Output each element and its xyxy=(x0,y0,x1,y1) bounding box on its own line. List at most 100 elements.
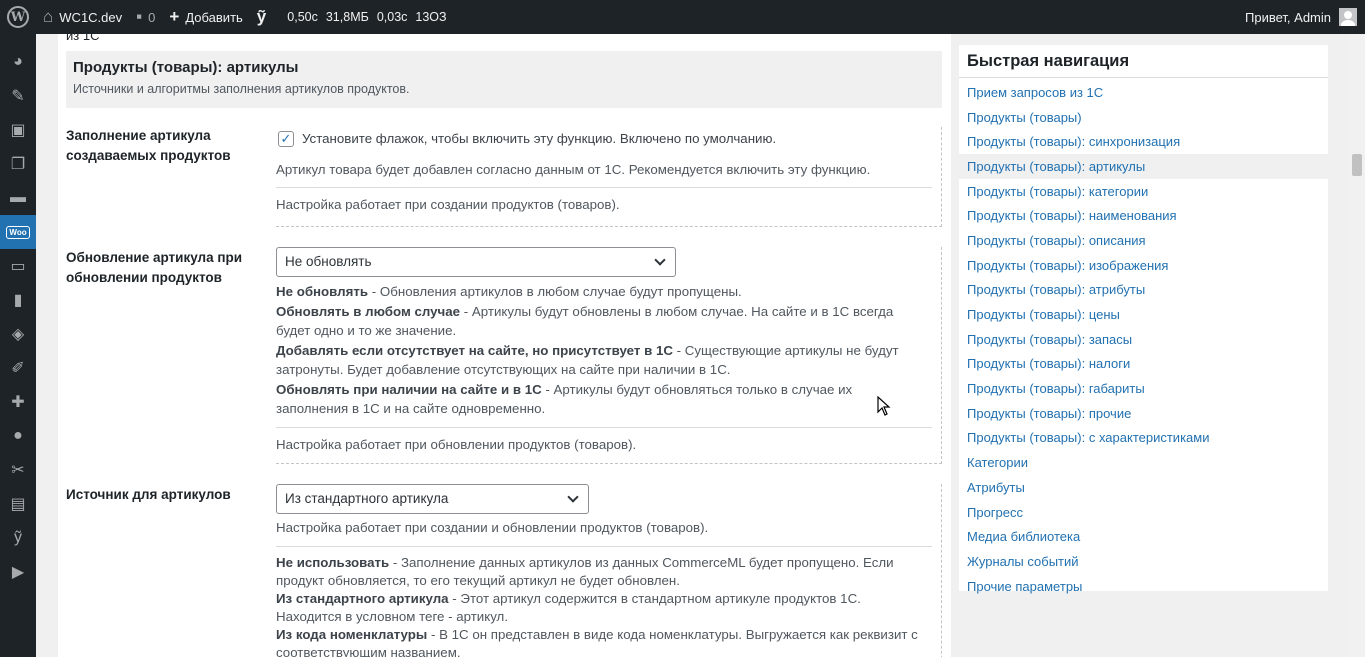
quick-nav-item[interactable]: Продукты (товары): атрибуты xyxy=(959,278,1328,303)
section-description: Источники и алгоритмы заполнения артикул… xyxy=(73,82,410,96)
media-icon[interactable]: ▣ xyxy=(0,113,36,147)
play-icon[interactable]: ▶ xyxy=(0,555,36,589)
field-fill-sku: ✓ Установите флажок, чтобы включить эту … xyxy=(276,127,942,227)
dashboard-icon[interactable]: ◕ xyxy=(0,45,36,79)
quick-nav-item[interactable]: Атрибуты xyxy=(959,475,1328,500)
quick-nav-item[interactable]: Категории xyxy=(959,450,1328,475)
stat-query-time: 0,03с xyxy=(376,10,408,24)
site-name-link[interactable]: ⌂ WC1C.dev xyxy=(36,0,129,34)
quick-nav-item[interactable]: Продукты (товары): категории xyxy=(959,179,1328,204)
scrollbar-thumb[interactable] xyxy=(1352,154,1362,176)
site-name: WC1C.dev xyxy=(59,9,123,25)
comments-link[interactable]: ▪ 0 xyxy=(129,0,162,34)
settings-icon[interactable]: ▤ xyxy=(0,487,36,521)
checkbox-line: ✓ Установите флажок, чтобы включить эту … xyxy=(276,129,941,149)
woocommerce-icon[interactable]: Woo xyxy=(0,215,36,249)
divider xyxy=(276,187,932,188)
field-note: Настройка работает при создании продукто… xyxy=(276,197,620,212)
quick-nav-item[interactable]: Продукты (товары): цены xyxy=(959,302,1328,327)
quick-nav-item[interactable]: Продукты (товары): запасы xyxy=(959,327,1328,352)
comments-icon[interactable]: ▬ xyxy=(0,181,36,215)
comments-count: 0 xyxy=(148,9,156,25)
option-desc: Обновлять в любом случае - Артикулы буду… xyxy=(276,303,894,339)
admin-side-menu: ◕ ✎ ▣ ❐ ▬ Woo ▭ ▮ ◈ ✐ ✚ ● ✂ ▤ ỹ ▶ xyxy=(0,34,36,657)
select-value: Не обновлять xyxy=(285,254,372,270)
option-desc: Из кода номенклатуры - В 1С он представл… xyxy=(276,626,918,657)
options-description: Не использовать - Заполнение данных арти… xyxy=(276,554,926,657)
home-icon: ⌂ xyxy=(43,7,54,26)
quick-nav-item[interactable]: Продукты (товары) xyxy=(959,105,1328,130)
quick-nav-item[interactable]: Прочие параметры xyxy=(959,574,1328,599)
option-desc: Из стандартного артикула - Этот артикул … xyxy=(276,590,861,624)
yoast-icon[interactable]: ỹ xyxy=(0,521,36,555)
quick-nav-item[interactable]: Продукты (товары): описания xyxy=(959,228,1328,253)
option-desc: Добавлять если отсутствует на сайте, но … xyxy=(276,342,899,378)
quick-nav-item[interactable]: Продукты (товары): изображения xyxy=(959,253,1328,278)
pages-icon[interactable]: ❐ xyxy=(0,147,36,181)
appearance-icon[interactable]: ✐ xyxy=(0,351,36,385)
stat-time: 0,50с xyxy=(287,10,318,24)
my-account-menu[interactable]: Привет, Admin xyxy=(1238,0,1365,34)
row-label-fill-sku: Заполнение артикула создаваемых продукто… xyxy=(66,128,231,163)
section-title: Продукты (товары): артикулы xyxy=(73,59,299,76)
enable-fill-sku-checkbox[interactable]: ✓ xyxy=(278,130,294,147)
field-description: Артикул товара будет добавлен согласно д… xyxy=(276,161,871,177)
admin-bar: W ⌂ WC1C.dev ▪ 0 + Добавить ỹ 0,50с 31,8… xyxy=(0,0,1365,34)
add-new-label: Добавить xyxy=(185,9,243,25)
checkbox-label: Установите флажок, чтобы включить эту фу… xyxy=(302,131,777,146)
products-icon[interactable]: ▭ xyxy=(0,249,36,283)
wordpress-logo-icon[interactable]: W xyxy=(0,0,36,34)
chevron-down-icon xyxy=(567,491,579,503)
stat-queries: 13ОЗ xyxy=(415,10,447,24)
section-header: Продукты (товары): артикулы Источники и … xyxy=(66,51,942,108)
marketing-icon[interactable]: ◈ xyxy=(0,317,36,351)
select-value: Из стандартного артикула xyxy=(285,491,449,507)
option-desc: Обновлять при наличии на сайте и в 1С - … xyxy=(276,381,853,417)
row-label-update-sku: Обновление артикула при обновлении проду… xyxy=(66,250,243,285)
field-note: Настройка работает при создании и обновл… xyxy=(276,520,709,535)
query-monitor-stats[interactable]: 0,50с 31,8МБ 0,03с 13ОЗ xyxy=(279,0,457,34)
quick-nav-list: Прием запросов из 1С Продукты (товары) Про… xyxy=(959,78,1328,598)
add-new-link[interactable]: + Добавить xyxy=(162,0,249,34)
quick-navigation: Быстрая навигация Прием запросов из 1С Пр… xyxy=(958,44,1329,594)
sku-source-select[interactable]: Из стандартного артикула xyxy=(276,484,589,514)
quick-nav-item[interactable]: Журналы событий xyxy=(959,549,1328,574)
options-description: Не обновлять - Обновления артикулов в лю… xyxy=(276,282,926,419)
field-note: Настройка работает при обновлении продук… xyxy=(276,436,637,452)
plus-icon: + xyxy=(169,7,180,26)
comment-icon: ▪ xyxy=(136,7,143,26)
quick-nav-item[interactable]: Продукты (товары): налоги xyxy=(959,352,1328,377)
field-sku-source: Из стандартного артикула Настройка работ… xyxy=(276,484,942,657)
row-label-sku-source: Источник для артикулов xyxy=(66,487,231,502)
quick-nav-item[interactable]: Продукты (товары): прочие xyxy=(959,401,1328,426)
quick-nav-item[interactable]: Продукты (товары): синхронизация xyxy=(959,129,1328,154)
yoast-icon: ỹ xyxy=(256,7,267,26)
avatar xyxy=(1339,8,1357,26)
greeting: Привет, Admin xyxy=(1245,9,1331,25)
quick-nav-item[interactable]: Продукты (товары): габариты xyxy=(959,376,1328,401)
quick-nav-item[interactable]: Продукты (товары): артикулы xyxy=(959,154,1328,179)
previous-section-text: из 1С xyxy=(66,34,100,43)
divider xyxy=(276,426,932,428)
quick-nav-title: Быстрая навигация xyxy=(959,45,1328,78)
quick-nav-item[interactable]: Медиа библиотека xyxy=(959,524,1328,549)
divider xyxy=(276,545,932,547)
yoast-menu[interactable]: ỹ xyxy=(250,0,279,34)
field-update-sku: Не обновлять Не обновлять - Обновления а… xyxy=(276,247,942,464)
quick-nav-item[interactable]: Прием запросов из 1С xyxy=(959,80,1328,105)
settings-panel: из 1С Продукты (товары): артикулы Источн… xyxy=(58,34,951,657)
analytics-icon[interactable]: ▮ xyxy=(0,283,36,317)
plugins-icon[interactable]: ✚ xyxy=(0,385,36,419)
page-scrollbar[interactable] xyxy=(1349,34,1365,657)
option-desc: Не обновлять - Обновления артикулов в лю… xyxy=(276,284,742,299)
update-sku-select[interactable]: Не обновлять xyxy=(276,247,676,277)
quick-nav-item[interactable]: Продукты (товары): с характеристиками xyxy=(959,426,1328,451)
quick-nav-item[interactable]: Прогресс xyxy=(959,500,1328,525)
quick-nav-item[interactable]: Продукты (товары): наименования xyxy=(959,203,1328,228)
pin-icon[interactable]: ✎ xyxy=(0,79,36,113)
main-content: из 1С Продукты (товары): артикулы Источн… xyxy=(36,34,1349,657)
tools-icon[interactable]: ✂ xyxy=(0,453,36,487)
chevron-down-icon xyxy=(654,254,666,266)
stat-memory: 31,8МБ xyxy=(325,10,369,24)
users-icon[interactable]: ● xyxy=(0,419,36,453)
